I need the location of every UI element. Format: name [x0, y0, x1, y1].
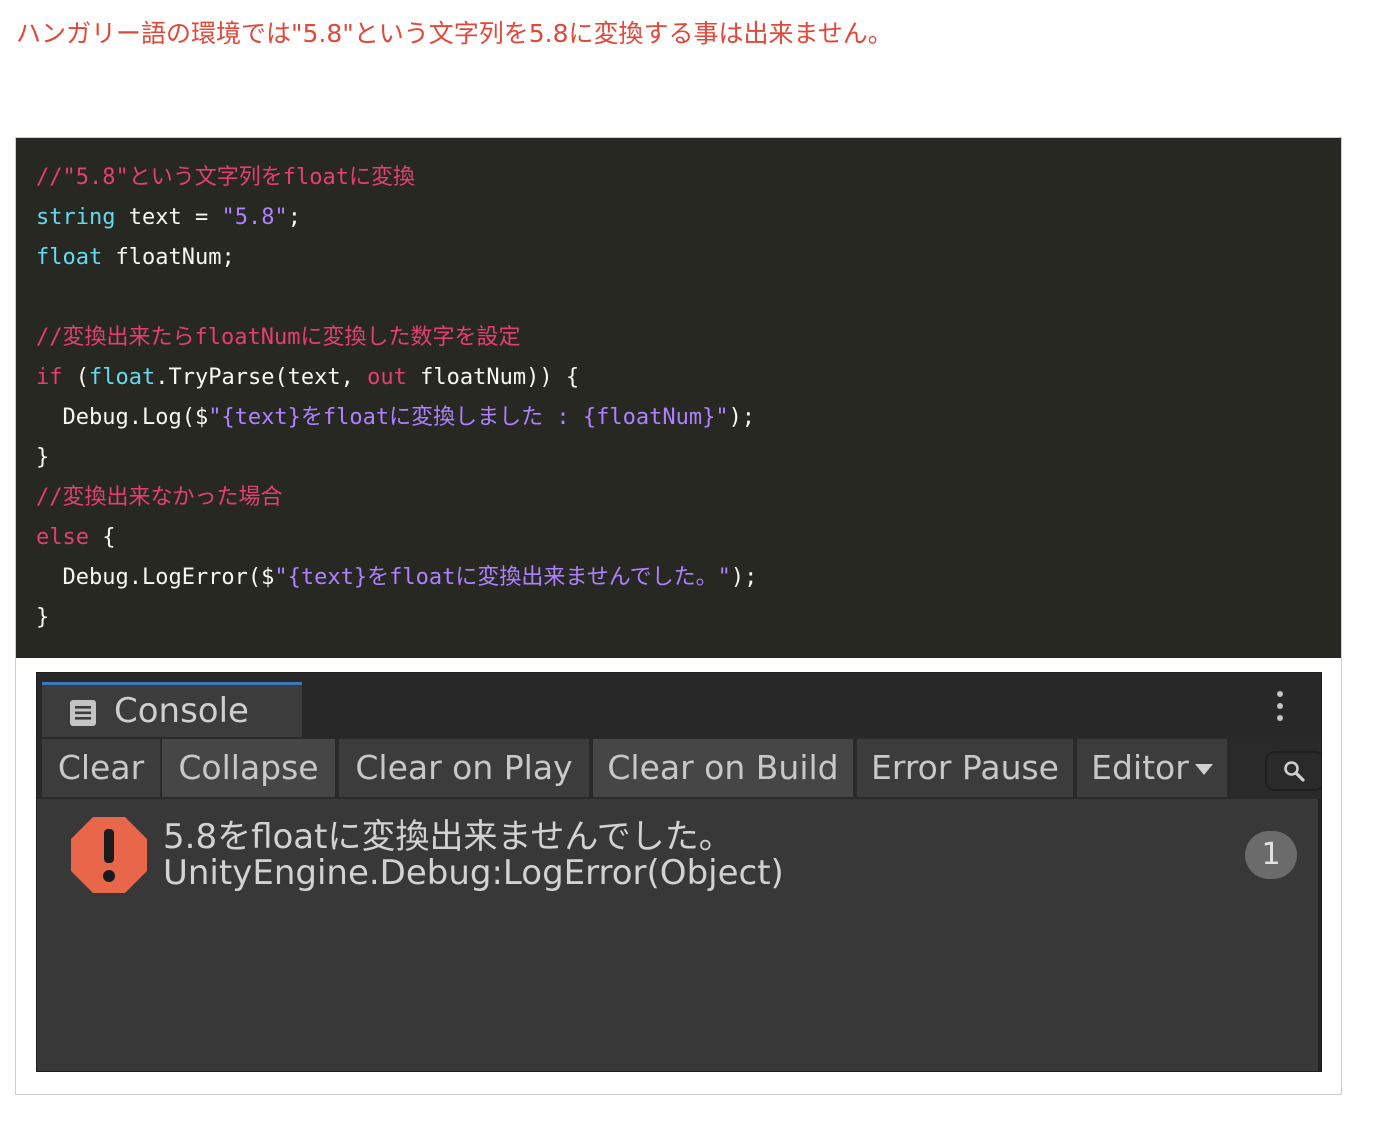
- clear-button[interactable]: Clear: [42, 739, 160, 797]
- code-token: floatNum;: [102, 245, 235, 270]
- search-icon: [1284, 761, 1305, 782]
- scrollbar-track[interactable]: [1318, 799, 1321, 1071]
- code-token: //"5.8"という文字列をfloatに変換: [36, 165, 415, 190]
- chevron-down-icon: [1194, 764, 1213, 775]
- code-token: "5.8": [221, 205, 288, 230]
- code-token: Debug.Log($: [36, 405, 209, 430]
- code-line: }: [36, 598, 1341, 638]
- more-options-icon[interactable]: [1277, 691, 1283, 721]
- log-stack-trace: UnityEngine.Debug:LogError(Object): [163, 853, 784, 893]
- log-message: 5.8をfloatに変換出来ませんでした。: [163, 817, 733, 857]
- code-line: //変換出来なかった場合: [36, 478, 1341, 518]
- log-count-badge: 1: [1245, 831, 1297, 879]
- console-toolbar: Clear Collapse Clear on Play Clear on Bu…: [37, 737, 1321, 799]
- editor-dropdown-label: Editor: [1091, 748, 1189, 787]
- code-line: }: [36, 438, 1341, 478]
- error-pause-toggle[interactable]: Error Pause: [857, 739, 1073, 797]
- console-log-list: 5.8をfloatに変換出来ませんでした。 UnityEngine.Debug:…: [37, 799, 1321, 1071]
- code-token: (: [62, 365, 89, 390]
- code-line: //"5.8"という文字列をfloatに変換: [36, 158, 1341, 198]
- code-token: floatNum)) {: [406, 365, 580, 390]
- code-token: "{text}をfloatに変換しました : {floatNum}": [208, 405, 729, 430]
- code-token: );: [728, 405, 756, 430]
- console-tab-strip: Console: [37, 673, 1321, 737]
- code-token: ;: [287, 205, 301, 230]
- code-line: Debug.Log($"{text}をfloatに変換しました : {float…: [36, 398, 1341, 438]
- error-icon: [71, 817, 147, 893]
- code-token: //変換出来たらfloatNumに変換した数字を設定: [36, 325, 521, 350]
- code-token: else: [36, 525, 89, 550]
- code-line: Debug.LogError($"{text}をfloatに変換出来ませんでした…: [36, 558, 1341, 598]
- code-line: string text = "5.8";: [36, 198, 1341, 238]
- console-tab[interactable]: Console: [42, 682, 302, 737]
- unity-console-screenshot: Console Clear Collapse Clear on Play Cle…: [36, 672, 1322, 1072]
- code-line: else {: [36, 518, 1341, 558]
- code-line: if (float.TryParse(text, out floatNum)) …: [36, 358, 1341, 398]
- code-token: }: [36, 445, 50, 470]
- code-token: //変換出来なかった場合: [36, 485, 283, 510]
- code-token: string: [36, 205, 116, 230]
- content-frame: //"5.8"という文字列をfloatに変換 string text = "5.8…: [15, 137, 1342, 1095]
- editor-dropdown[interactable]: Editor: [1077, 739, 1227, 797]
- clear-on-play-toggle[interactable]: Clear on Play: [339, 739, 589, 797]
- code-token: "{text}をfloatに変換出来ませんでした。": [274, 565, 731, 590]
- code-token: Debug.LogError($: [36, 565, 275, 590]
- page-heading: ハンガリー語の環境では"5.8"という文字列を5.8に変換する事は出来ません。: [16, 19, 893, 48]
- collapse-toggle[interactable]: Collapse: [162, 739, 335, 797]
- clear-on-build-toggle[interactable]: Clear on Build: [593, 739, 853, 797]
- code-token: float: [89, 365, 156, 390]
- code-token: if: [36, 365, 63, 390]
- code-token: .TryParse(text,: [155, 365, 368, 390]
- code-line: //変換出来たらfloatNumに変換した数字を設定: [36, 318, 1341, 358]
- search-field[interactable]: [1265, 751, 1321, 791]
- code-line: float floatNum;: [36, 238, 1341, 278]
- code-block: //"5.8"という文字列をfloatに変換 string text = "5.8…: [16, 138, 1341, 658]
- code-token: float: [36, 245, 103, 270]
- code-token: {: [88, 525, 116, 550]
- code-token: );: [730, 565, 758, 590]
- code-token: out: [367, 365, 407, 390]
- code-token: }: [36, 605, 50, 630]
- console-tab-label: Console: [114, 691, 249, 731]
- code-token: text =: [115, 205, 222, 230]
- console-list-icon: [70, 700, 96, 726]
